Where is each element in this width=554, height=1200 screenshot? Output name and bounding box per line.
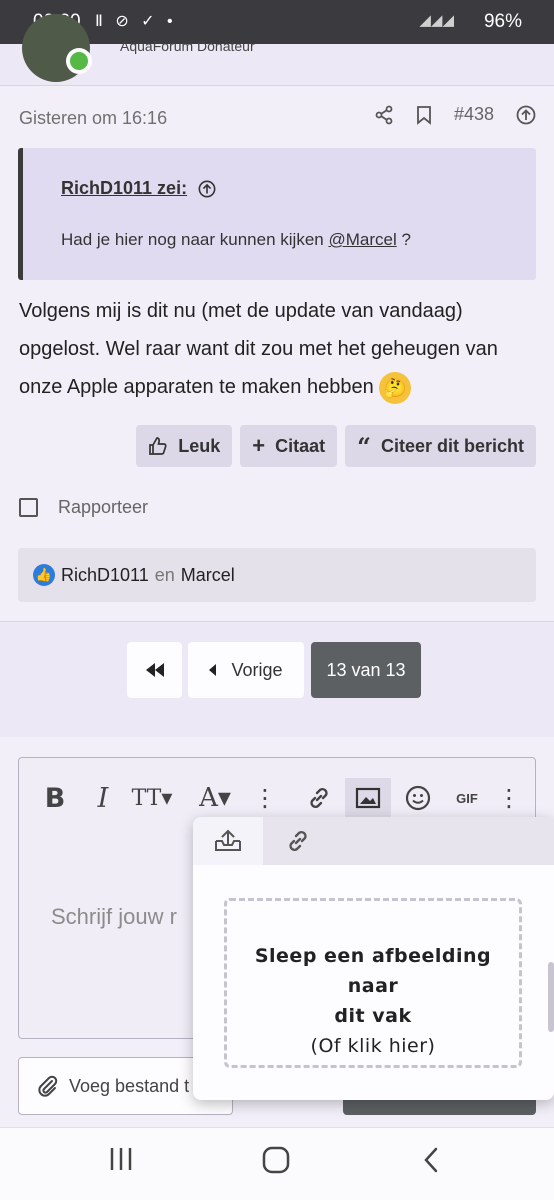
previous-page-button[interactable]: Vorige — [188, 642, 304, 698]
emoji-icon[interactable] — [397, 778, 439, 818]
post-timestamp[interactable]: Gisteren om 16:16 — [19, 108, 167, 129]
likes-conjunction: en — [154, 564, 175, 585]
quote-header[interactable]: RichD1011 zei: — [61, 178, 216, 199]
link-icon-tab — [285, 828, 311, 854]
liker-2[interactable]: Marcel — [181, 565, 235, 586]
pagination: Vorige 13 van 13 — [0, 621, 554, 737]
online-status-icon — [66, 48, 92, 74]
dropzone-title: Sleep een afbeelding naar dit vak — [227, 941, 519, 1031]
report-checkbox[interactable] — [19, 498, 38, 517]
post-body: Volgens mij is dit nu (met de update van… — [19, 292, 539, 406]
bold-icon[interactable]: B — [37, 778, 73, 818]
first-page-button[interactable] — [127, 642, 182, 698]
dropzone-subtitle: (Of klik hier) — [310, 1035, 436, 1057]
post-number[interactable]: #438 — [454, 104, 494, 125]
like-label: Leuk — [178, 435, 221, 456]
text-style-icon[interactable]: A▾ — [191, 778, 239, 818]
font-size-icon[interactable]: TT▾ — [127, 778, 177, 818]
post-actions: Leuk + Citaat “ Citeer dit bericht — [136, 425, 536, 467]
previous-label: Vorige — [231, 659, 283, 680]
editor-toolbar: B I TT▾ A▾ ⋮ GIF ⋮ — [19, 778, 537, 818]
post-author-header: AquaForum Donateur — [0, 14, 554, 86]
quote-marks-icon: “ — [357, 431, 371, 461]
notification-icons: Ⅱ ⊘ ✓ • — [95, 13, 177, 30]
quote-post-button[interactable]: “ Citeer dit bericht — [345, 425, 536, 467]
quote-label: Citaat — [275, 435, 326, 456]
quote-text-prefix: Had je hier nog naar kunnen kijken — [61, 230, 329, 249]
quote-block: RichD1011 zei: Had je hier nog naar kunn… — [18, 148, 536, 280]
quote-text-suffix: ? — [396, 230, 411, 249]
post-body-text: Volgens mij is dit nu (met de update van… — [19, 300, 498, 398]
likes-summary[interactable]: 👍 RichD1011 en Marcel — [18, 548, 536, 602]
more-options-icon[interactable]: ⋮ — [253, 778, 277, 818]
report-row[interactable]: Rapporteer — [19, 497, 148, 518]
tab-upload[interactable] — [193, 817, 263, 865]
dropzone-title-line1: Sleep een afbeelding naar — [254, 945, 492, 997]
liker-1[interactable]: RichD1011 — [61, 565, 149, 586]
current-page-indicator[interactable]: 13 van 13 — [311, 642, 421, 698]
dropzone-title-line2: dit vak — [334, 1005, 412, 1027]
forum-post: Gisteren om 16:16 #438 RichD1011 zei: Ha… — [0, 86, 554, 621]
image-dropzone[interactable]: Sleep een afbeelding naar dit vak (Of kl… — [224, 898, 522, 1068]
system-navigation-bar — [0, 1127, 554, 1200]
post-meta-icons: #438 — [374, 104, 536, 125]
user-title: AquaForum Donateur — [120, 38, 255, 54]
home-icon[interactable] — [262, 1146, 290, 1174]
recent-apps-icon[interactable] — [106, 1146, 136, 1172]
link-icon[interactable] — [297, 778, 341, 818]
plus-icon: + — [252, 433, 266, 458]
report-label[interactable]: Rapporteer — [58, 497, 148, 518]
caret-left-icon — [209, 664, 217, 676]
thumbs-up-icon — [148, 436, 168, 456]
gif-icon[interactable]: GIF — [447, 778, 487, 818]
quote-text: Had je hier nog naar kunnen kijken @Marc… — [61, 230, 411, 250]
scroll-up-icon[interactable] — [516, 105, 536, 125]
mention-link[interactable]: @Marcel — [328, 230, 396, 249]
italic-icon[interactable]: I — [85, 778, 121, 818]
upload-icon — [213, 828, 243, 854]
battery-level: 96% — [483, 11, 522, 32]
attach-file-label: Voeg bestand t — [69, 1075, 190, 1096]
quote-button[interactable]: + Citaat — [240, 425, 338, 467]
image-insert-popup: Sleep een afbeelding naar dit vak (Of kl… — [193, 817, 554, 1100]
tab-url[interactable] — [263, 817, 333, 865]
more-options-icon-2[interactable]: ⋮ — [497, 778, 521, 818]
quote-author[interactable]: RichD1011 zei: — [61, 178, 187, 198]
reply-placeholder: Schrijf jouw r — [51, 904, 177, 929]
wifi-signal-icon: ◢◢◢ — [419, 12, 454, 29]
scrollbar[interactable] — [548, 962, 554, 1032]
quote-post-label: Citeer dit bericht — [380, 435, 524, 456]
bookmark-icon[interactable] — [416, 105, 432, 125]
double-chevron-left-icon — [145, 663, 165, 677]
go-to-quote-icon[interactable] — [198, 180, 216, 198]
image-icon[interactable] — [345, 778, 391, 818]
like-button[interactable]: Leuk — [136, 425, 233, 467]
like-reaction-icon: 👍 — [33, 564, 55, 586]
back-icon[interactable] — [422, 1146, 440, 1174]
share-icon[interactable] — [374, 105, 394, 125]
popup-tabs — [193, 817, 554, 865]
thinking-face-emoji-icon: 🤔 — [379, 371, 412, 404]
paperclip-icon — [37, 1075, 59, 1097]
